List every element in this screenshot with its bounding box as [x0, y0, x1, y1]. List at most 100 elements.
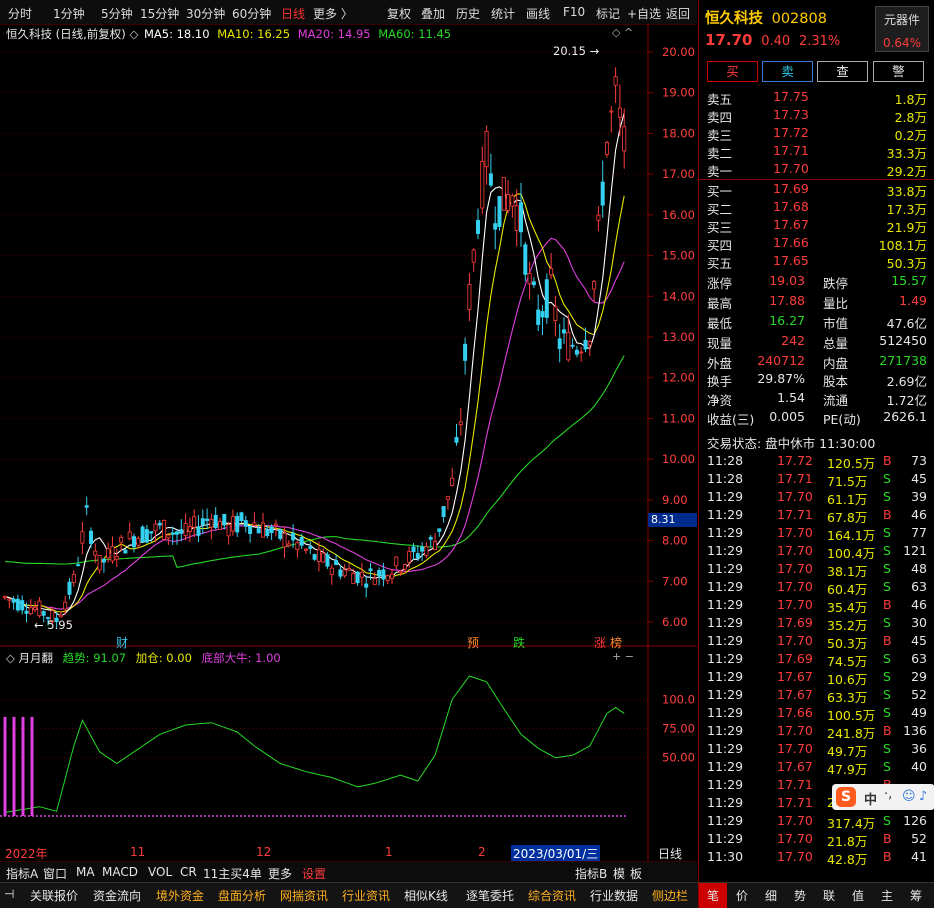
- marker-fall[interactable]: 跌: [513, 634, 525, 651]
- diamond-icon[interactable]: ◇: [612, 26, 620, 39]
- tab-vol[interactable]: VOL: [148, 865, 172, 879]
- tab-template[interactable]: 模: [613, 865, 625, 882]
- ask-row: 卖一 17.70 29.2万: [699, 160, 934, 179]
- tab-settings[interactable]: 设置: [302, 865, 326, 882]
- candle-body: [235, 515, 240, 533]
- chevron-up-icon[interactable]: ^: [624, 26, 633, 39]
- marker-forecast[interactable]: 预: [467, 634, 479, 651]
- nav-fund-flow[interactable]: 资金流向: [93, 887, 141, 904]
- panel-tab-ticks[interactable]: 笔: [707, 887, 719, 904]
- tick-price: 17.71: [777, 471, 813, 486]
- pin-icon[interactable]: ⊣: [4, 887, 14, 901]
- period-tab-more[interactable]: 更多 〉: [313, 5, 353, 22]
- tick-count: 49: [911, 705, 927, 720]
- period-tab-60min[interactable]: 60分钟: [232, 5, 271, 22]
- candle-body: [368, 568, 373, 572]
- nav-general-news[interactable]: 综合资讯: [528, 887, 576, 904]
- marker-list[interactable]: 榜: [610, 634, 622, 651]
- tab-more[interactable]: 更多: [268, 865, 292, 882]
- period-tab-1min[interactable]: 1分钟: [53, 5, 85, 22]
- nav-foreign-funds[interactable]: 境外资金: [156, 887, 204, 904]
- ime-punct-icon[interactable]: ·,: [884, 787, 892, 802]
- period-tab-daily[interactable]: 日线: [281, 5, 305, 22]
- candle-body: [252, 522, 257, 526]
- candle-body: [596, 214, 601, 221]
- tick-count: 41: [911, 849, 927, 864]
- tick-row: 11:29 17.70 38.1万 S 48: [699, 560, 934, 579]
- tab-cr[interactable]: CR: [180, 865, 197, 879]
- candle-body: [407, 550, 412, 563]
- plus-icon[interactable]: +: [612, 650, 621, 663]
- panel-tab-price[interactable]: 价: [736, 887, 748, 904]
- candle-body: [484, 131, 489, 168]
- panel-tab-main[interactable]: 主: [881, 887, 893, 904]
- marker-rise[interactable]: 涨: [594, 634, 606, 651]
- toolbar-add-watch-button[interactable]: +自选: [627, 5, 661, 22]
- query-button[interactable]: 查: [817, 61, 868, 82]
- candle-body: [248, 525, 253, 535]
- period-tab-15min[interactable]: 15分钟: [140, 5, 179, 22]
- toolbar-mark-button[interactable]: 标记: [596, 5, 620, 22]
- nav-sidebar[interactable]: 侧边栏: [652, 887, 688, 904]
- marker-finance[interactable]: 财: [116, 634, 128, 651]
- tab-window[interactable]: 窗口: [43, 865, 67, 882]
- nav-web-news[interactable]: 网揣资讯: [280, 887, 328, 904]
- period-tab-fenshi[interactable]: 分时: [8, 5, 32, 22]
- indicator-add: 加仓: 0.00: [135, 651, 192, 665]
- period-tab-30min[interactable]: 30分钟: [186, 5, 225, 22]
- tab-board[interactable]: 板: [630, 865, 642, 882]
- toolbar-overlay-button[interactable]: 叠加: [421, 5, 445, 22]
- tick-row: 11:29 17.67 10.6万 S 29: [699, 668, 934, 687]
- nav-industry-news[interactable]: 行业资讯: [342, 887, 390, 904]
- ask-row: 卖五 17.75 1.8万: [699, 88, 934, 107]
- nav-related-quotes[interactable]: 关联报价: [30, 887, 78, 904]
- tab-ma[interactable]: MA: [76, 865, 95, 879]
- stock-header: 恒久科技 002808: [705, 7, 827, 28]
- toolbar-fuquan-button[interactable]: 复权: [387, 5, 411, 22]
- ime-chinese-icon[interactable]: 中: [864, 789, 877, 808]
- tick-count: 30: [911, 615, 927, 630]
- ime-smile-icon[interactable]: ☺: [902, 789, 916, 804]
- stat-value: 240712: [757, 353, 805, 368]
- tab-indicator-b[interactable]: 指标B: [575, 865, 607, 882]
- chart-legend: 恒久科技 (日线,前复权) ◇ MA5: 18.10 MA10: 16.25 M…: [6, 26, 451, 42]
- toolbar-draw-button[interactable]: 画线: [526, 5, 550, 22]
- candle-body: [424, 546, 429, 556]
- candle-body: [89, 530, 94, 544]
- tick-time: 11:30: [707, 849, 744, 864]
- kline-chart[interactable]: 20.0019.0018.0017.0016.0015.0014.0013.00…: [0, 24, 697, 861]
- candle-body: [282, 532, 287, 548]
- tick-count: 63: [911, 579, 927, 594]
- minus-icon[interactable]: −: [625, 650, 634, 663]
- nav-market-analysis[interactable]: 盘面分析: [218, 887, 266, 904]
- panel-tab-detail[interactable]: 细: [765, 887, 777, 904]
- period-toolbar: 分时 1分钟 5分钟 15分钟 30分钟 60分钟 日线 更多 〉 复权 叠加 …: [0, 0, 697, 25]
- ime-mic-icon[interactable]: ♪: [919, 789, 927, 804]
- tab-main-buy[interactable]: 11主买4单: [203, 865, 262, 882]
- period-tab-5min[interactable]: 5分钟: [101, 5, 133, 22]
- panel-tab-value[interactable]: 值: [852, 887, 864, 904]
- buy-button[interactable]: 买: [707, 61, 758, 82]
- toolbar-back-button[interactable]: 返回: [666, 5, 690, 22]
- tick-time: 11:29: [707, 705, 744, 720]
- toolbar-f10-button[interactable]: F10: [563, 5, 585, 19]
- panel-tab-trend[interactable]: 势: [794, 887, 806, 904]
- nav-similar-kline[interactable]: 相似K线: [404, 887, 448, 904]
- ime-toolbar[interactable]: S 中 ·, ☺ ♪: [832, 784, 934, 810]
- toolbar-stats-button[interactable]: 统计: [491, 5, 515, 22]
- toolbar-history-button[interactable]: 历史: [456, 5, 480, 22]
- panel-tab-chips[interactable]: 筹: [910, 887, 922, 904]
- sector-box[interactable]: 元器件 0.64%: [875, 6, 929, 52]
- alert-button[interactable]: 警: [873, 61, 924, 82]
- tab-indicator-a[interactable]: 指标A: [6, 865, 38, 882]
- indicator-tick-label: 50.00: [662, 751, 695, 765]
- price-tick-label: 12.00: [662, 371, 695, 385]
- candle-body: [316, 549, 321, 562]
- panel-tab-link[interactable]: 联: [823, 887, 835, 904]
- sell-button[interactable]: 卖: [762, 61, 813, 82]
- tick-time: 11:28: [707, 453, 744, 468]
- nav-tick-orders[interactable]: 逐笔委托: [466, 887, 514, 904]
- tab-macd[interactable]: MACD: [102, 865, 138, 879]
- candle-body: [166, 534, 171, 539]
- nav-industry-data[interactable]: 行业数据: [590, 887, 638, 904]
